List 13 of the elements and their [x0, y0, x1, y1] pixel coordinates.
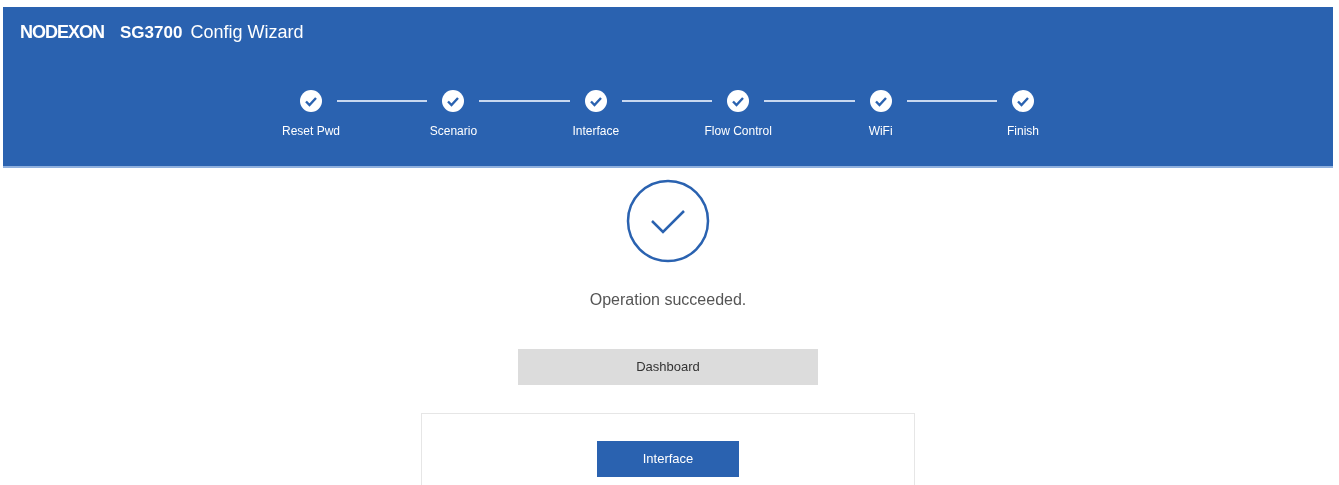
step-label: Scenario [429, 123, 478, 140]
dashboard-button[interactable]: Dashboard [518, 349, 818, 385]
brand-logo: NODEXON [20, 21, 104, 44]
step-label: Finish [1007, 123, 1040, 140]
step-label: Reset Pwd [282, 123, 340, 140]
success-check-icon [626, 179, 710, 263]
interface-button[interactable]: Interface [597, 441, 739, 477]
step-label: Interface [572, 123, 620, 140]
device-model: SG3700 [120, 21, 183, 44]
step-label: WiFi [868, 123, 893, 140]
step-label: Flow Control [704, 123, 772, 140]
wizard-title: Config Wizard [190, 21, 304, 44]
success-message: Operation succeeded. [589, 290, 747, 310]
